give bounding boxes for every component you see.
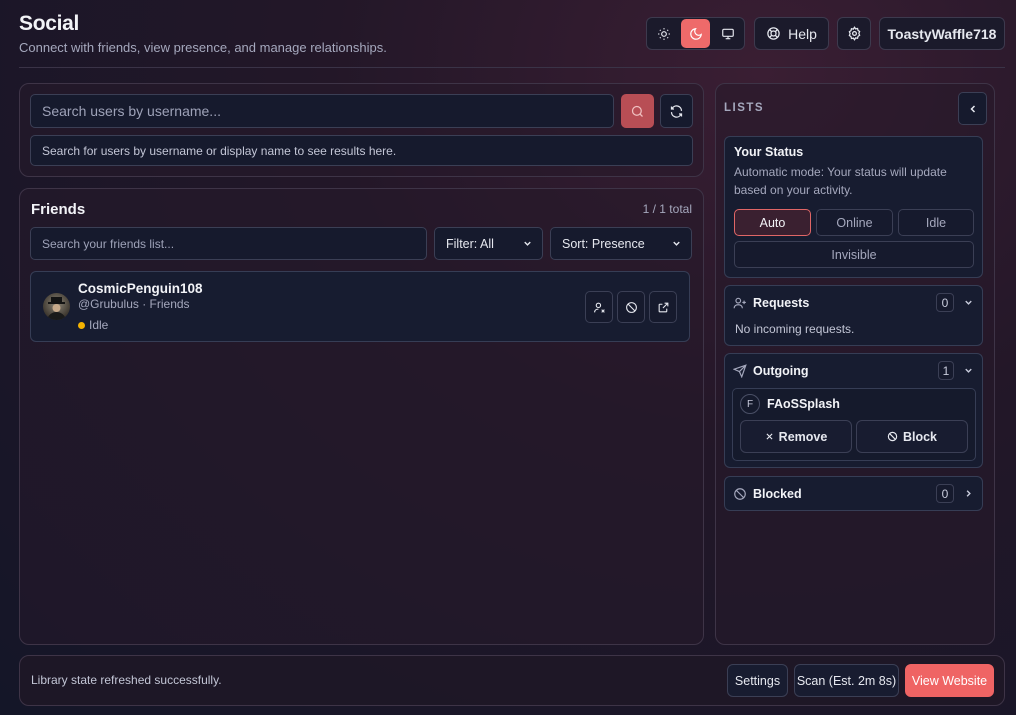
close-icon xyxy=(766,433,773,440)
collapse-lists-button[interactable] xyxy=(958,92,987,125)
search-hint: Search for users by username or display … xyxy=(30,135,693,166)
help-label: Help xyxy=(788,25,817,42)
user-remove-icon xyxy=(593,302,605,313)
friends-filter-input[interactable]: Search your friends list... xyxy=(30,227,427,260)
refresh-button[interactable] xyxy=(660,94,693,128)
theme-switcher xyxy=(646,17,745,50)
blocked-title: Blocked xyxy=(753,487,802,501)
chevron-left-icon xyxy=(969,104,975,113)
status-option-idle[interactable]: Idle xyxy=(898,209,974,236)
page-subtitle: Connect with friends, view presence, and… xyxy=(19,40,387,55)
block-icon xyxy=(887,431,898,442)
status-description: Automatic mode: Your status will update … xyxy=(734,165,947,197)
requests-empty-text: No incoming requests. xyxy=(735,322,855,336)
search-button[interactable] xyxy=(621,94,654,128)
chevron-down-icon xyxy=(524,241,531,246)
avatar-image xyxy=(47,297,66,320)
sort-select-label: Sort: Presence xyxy=(562,236,645,251)
blocked-count-badge: 0 xyxy=(936,484,954,503)
status-option-invisible[interactable]: Invisible xyxy=(734,241,974,268)
requests-title: Requests xyxy=(753,296,810,310)
status-bar: Library state refreshed successfully. Se… xyxy=(19,655,1005,706)
page-title: Social xyxy=(19,12,80,35)
requests-count-badge: 0 xyxy=(936,293,954,312)
outgoing-title: Outgoing xyxy=(753,364,809,378)
remove-label: Remove xyxy=(778,429,828,444)
outgoing-count-badge: 1 xyxy=(938,361,954,380)
outgoing-request-item: F FAoSSplash Remove Block xyxy=(732,388,976,461)
gear-icon xyxy=(848,26,860,41)
friend-card[interactable]: CosmicPenguin108 @Grubulus · Friends Idl… xyxy=(30,271,690,342)
refresh-icon xyxy=(670,104,683,118)
outgoing-username: FAoSSplash xyxy=(767,397,840,411)
light-theme-button[interactable] xyxy=(649,19,678,48)
chevron-down-icon[interactable] xyxy=(963,365,974,376)
presence-indicator: Idle xyxy=(78,318,108,332)
status-card: Your Status Automatic mode: Your status … xyxy=(724,136,983,278)
help-button[interactable]: Help xyxy=(754,17,829,50)
search-icon xyxy=(631,105,643,117)
status-option-auto[interactable]: Auto xyxy=(734,209,811,236)
outgoing-section: Outgoing 1 F FAoSSplash Remove Block xyxy=(724,353,983,468)
requests-section: Requests 0 No incoming requests. xyxy=(724,285,983,346)
block-label: Block xyxy=(902,429,938,444)
view-website-button[interactable]: View Website xyxy=(905,664,994,697)
user-search-input[interactable]: Search users by username... xyxy=(30,94,614,128)
filter-select-label: Filter: All xyxy=(446,236,494,251)
status-option-online[interactable]: Online xyxy=(816,209,893,236)
chevron-down-icon xyxy=(673,241,680,246)
block-request-button[interactable]: Block xyxy=(856,420,968,453)
friends-panel: Friends 1 / 1 total Search your friends … xyxy=(19,188,704,645)
friend-meta: @Grubulus · Friends xyxy=(78,297,190,311)
presence-label: Idle xyxy=(89,318,109,332)
block-icon xyxy=(625,301,637,313)
user-menu-button[interactable]: ToastyWaffle718 xyxy=(879,17,1005,50)
status-message: Library state refreshed successfully. xyxy=(31,673,222,687)
scan-button[interactable]: Scan (Est. 2m 8s) xyxy=(794,664,899,697)
monitor-icon xyxy=(721,28,734,39)
user-plus-icon xyxy=(733,297,746,309)
send-icon xyxy=(733,364,747,378)
dark-theme-button[interactable] xyxy=(681,19,710,48)
settings-gear-button[interactable] xyxy=(837,17,871,50)
sun-icon xyxy=(657,27,670,40)
header-divider xyxy=(19,67,1005,68)
lists-title: LISTS xyxy=(724,102,765,114)
presence-dot xyxy=(78,321,85,329)
chevron-down-icon[interactable] xyxy=(963,297,974,308)
friend-display-name: CosmicPenguin108 xyxy=(78,281,203,296)
friends-count: 1 / 1 total xyxy=(642,202,692,216)
chevron-right-icon xyxy=(966,490,971,497)
block-friend-button[interactable] xyxy=(617,291,645,323)
footer-settings-button[interactable]: Settings xyxy=(727,664,788,697)
friends-title: Friends xyxy=(31,201,86,218)
status-title: Your Status xyxy=(734,145,804,159)
unfriend-button[interactable] xyxy=(585,291,613,323)
remove-request-button[interactable]: Remove xyxy=(740,420,852,453)
filter-select[interactable]: Filter: All xyxy=(434,227,543,260)
open-profile-button[interactable] xyxy=(649,291,677,323)
lists-panel: LISTS Your Status Automatic mode: Your s… xyxy=(715,83,995,645)
block-icon xyxy=(734,488,746,500)
external-link-icon xyxy=(658,302,668,312)
lifebuoy-icon xyxy=(767,27,780,40)
outgoing-avatar: F xyxy=(740,394,760,414)
user-search-panel: Search users by username... Search for u… xyxy=(19,83,704,177)
system-theme-button[interactable] xyxy=(713,19,742,48)
avatar xyxy=(43,293,70,320)
moon-icon xyxy=(689,27,702,40)
sort-select[interactable]: Sort: Presence xyxy=(550,227,692,260)
blocked-section[interactable]: Blocked 0 xyxy=(724,476,983,511)
